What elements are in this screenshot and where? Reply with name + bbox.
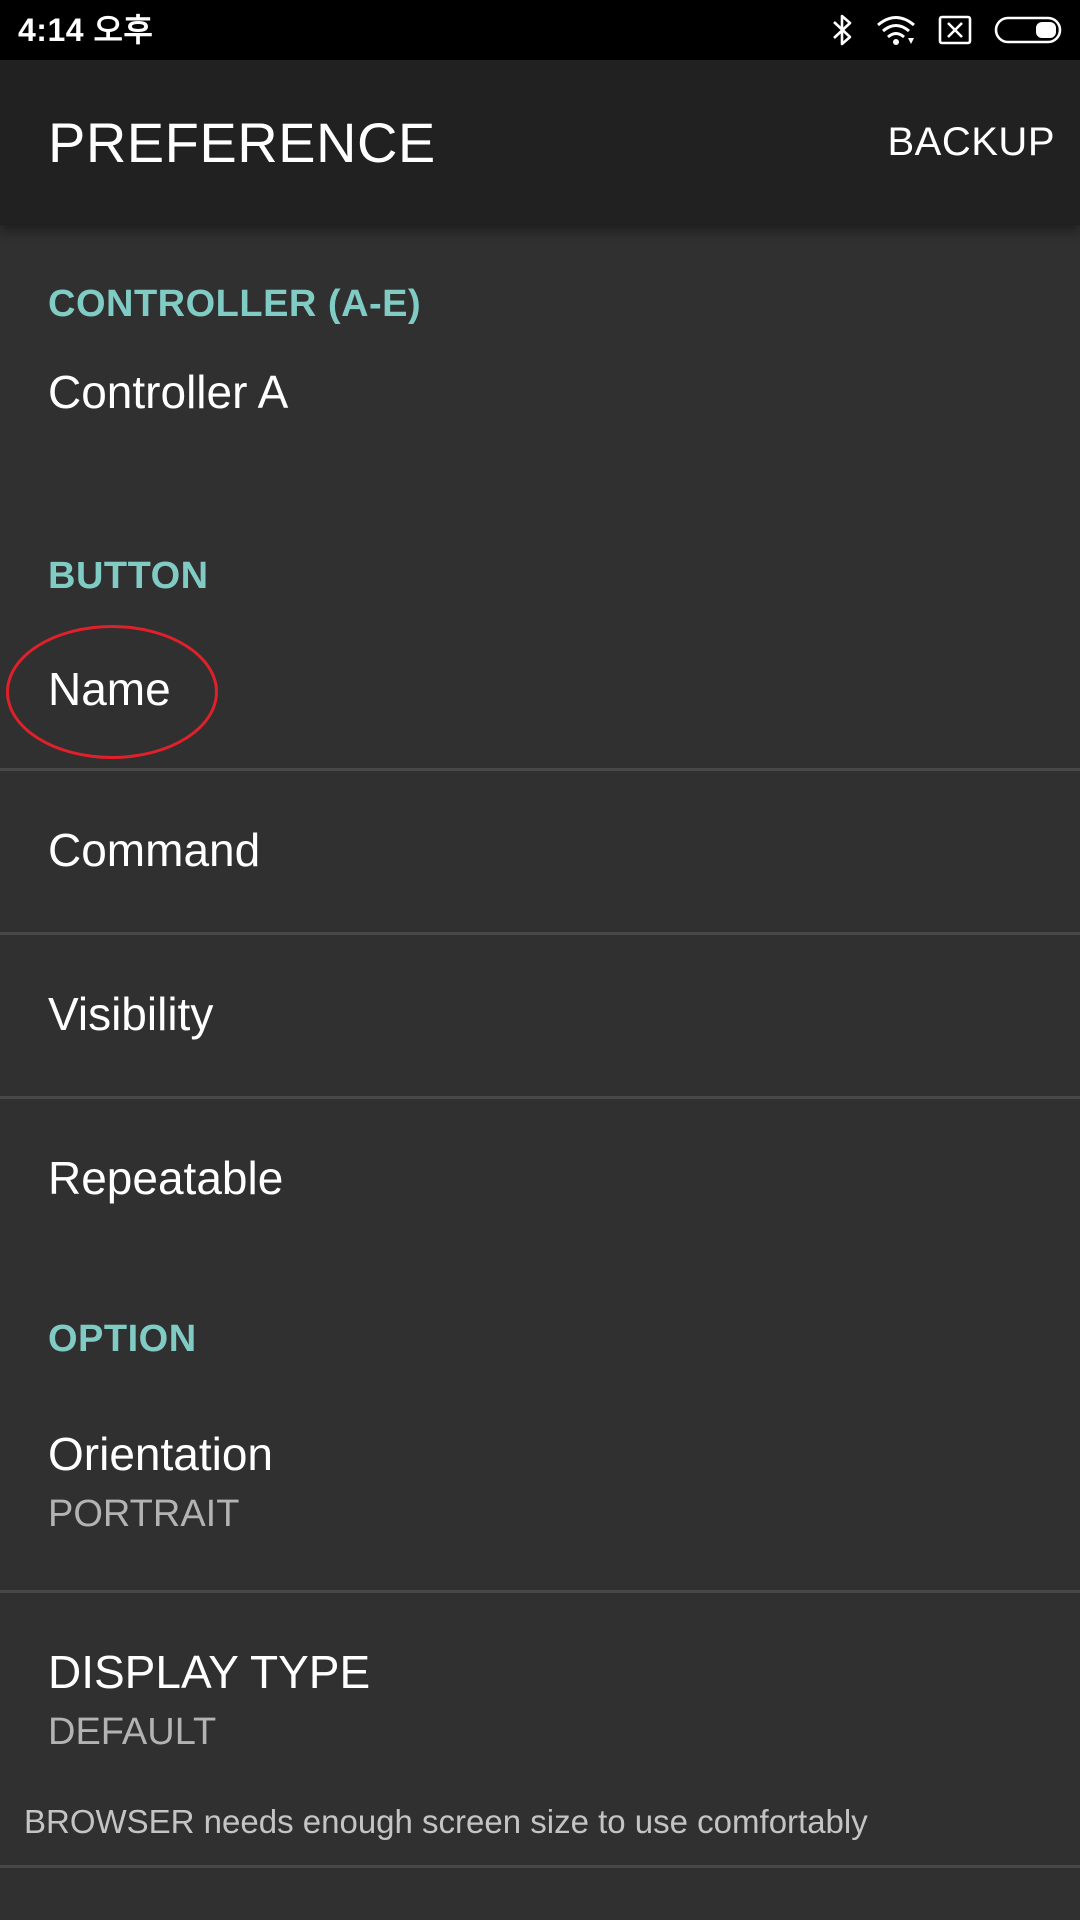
pref-item-controller-a[interactable]: Controller A [0,335,1080,485]
section-header-button: BUTTON [48,555,209,597]
page-title: PREFERENCE [48,111,436,174]
pref-item-visibility[interactable]: Visibility [0,935,1080,1096]
pref-item-display-type[interactable]: DISPLAY TYPE DEFAULT BROWSER needs enoug… [0,1593,1080,1873]
pref-item-summary: PORTRAIT [48,1493,240,1535]
app-toolbar: PREFERENCE BACKUP [0,60,1080,225]
section-header-controller: CONTROLLER (A-E) [48,283,422,325]
pref-item-title: Name [48,663,171,715]
pref-item-repeatable[interactable]: Repeatable [0,1099,1080,1259]
pref-item-title: Visibility [48,988,214,1040]
status-icons [832,12,1066,48]
pref-item-orientation[interactable]: Orientation PORTRAIT [0,1375,1080,1587]
pref-item-command[interactable]: Command [0,771,1080,932]
divider [0,1865,1080,1868]
wifi-icon [876,14,916,46]
pref-item-title: DISPLAY TYPE [48,1646,371,1698]
pref-item-title: Controller A [48,366,289,418]
pref-item-name[interactable]: Name [0,610,1080,770]
no-sim-icon [938,15,972,45]
preference-list: CONTROLLER (A-E) Controller A BUTTON Nam… [0,225,1080,1920]
backup-button[interactable]: BACKUP [888,60,1056,225]
pref-item-title: Repeatable [48,1152,284,1204]
status-bar: 4:14 오후 [0,0,1080,60]
battery-icon [994,15,1066,45]
pref-item-summary: DEFAULT [48,1711,217,1753]
bluetooth-icon [832,13,854,47]
display-type-hint: BROWSER needs enough screen size to use … [24,1803,868,1840]
pref-item-title: Command [48,824,261,876]
pref-item-title: Orientation [48,1428,274,1480]
status-time: 4:14 오후 [18,12,154,48]
section-header-option: OPTION [48,1318,197,1360]
